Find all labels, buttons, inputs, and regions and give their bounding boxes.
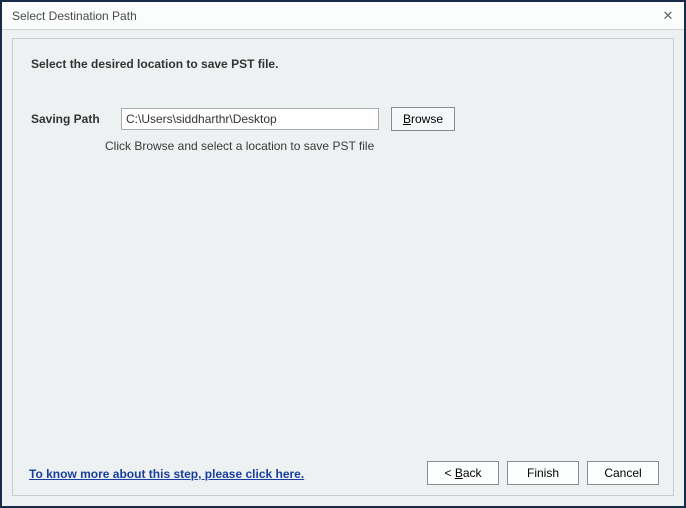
- saving-path-label: Saving Path: [31, 112, 109, 126]
- browse-rest: rowse: [411, 112, 443, 126]
- finish-button[interactable]: Finish: [507, 461, 579, 485]
- dialog-window: Select Destination Path ✕ Select the des…: [0, 0, 686, 508]
- help-link[interactable]: To know more about this step, please cli…: [29, 467, 304, 481]
- hint-text: Click Browse and select a location to sa…: [105, 139, 374, 153]
- browse-button[interactable]: Browse: [391, 107, 455, 131]
- back-prefix: <: [444, 466, 454, 480]
- cancel-button[interactable]: Cancel: [587, 461, 659, 485]
- close-icon[interactable]: ✕: [660, 8, 676, 24]
- browse-mnemonic: B: [403, 112, 411, 126]
- content-panel: Select the desired location to save PST …: [12, 38, 674, 496]
- page-heading: Select the desired location to save PST …: [31, 57, 278, 71]
- back-button[interactable]: < Back: [427, 461, 499, 485]
- dialog-buttons: < Back Finish Cancel: [427, 461, 659, 485]
- saving-path-input[interactable]: [121, 108, 379, 130]
- back-rest: ack: [463, 466, 482, 480]
- saving-path-row: Saving Path Browse: [31, 107, 455, 131]
- window-title: Select Destination Path: [12, 9, 137, 23]
- back-mnemonic: B: [455, 466, 463, 480]
- titlebar: Select Destination Path ✕: [2, 2, 684, 30]
